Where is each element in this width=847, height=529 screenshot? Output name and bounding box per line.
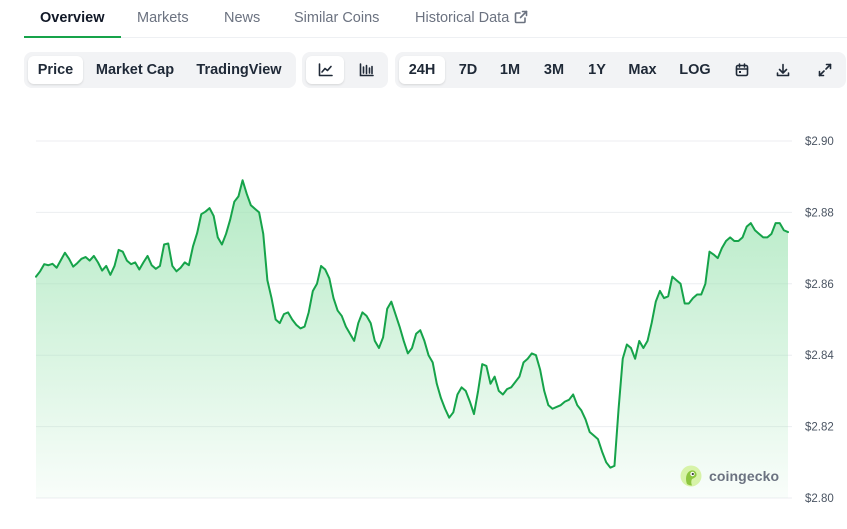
line-chart-icon <box>318 63 333 77</box>
range-max[interactable]: Max <box>621 56 664 84</box>
tab-news[interactable]: News <box>224 10 260 26</box>
chart-type-market-cap[interactable]: Market Cap <box>87 56 183 84</box>
chart-type-price[interactable]: Price <box>28 56 83 84</box>
y-tick-label: $2.90 <box>805 136 834 148</box>
chart-view-toggle <box>302 52 388 88</box>
y-tick-label: $2.88 <box>805 207 834 219</box>
tab-historical-data-label: Historical Data <box>415 10 510 26</box>
range-1m[interactable]: 1M <box>492 56 528 84</box>
time-range-toolbar: 24H 7D 1M 3M 1Y Max LOG <box>395 52 846 88</box>
candlestick-view-button[interactable] <box>347 56 385 84</box>
y-axis-ticks: $2.90 $2.88 $2.86 $2.84 $2.82 $2.80 <box>805 136 834 505</box>
range-24h[interactable]: 24H <box>399 56 445 84</box>
fullscreen-button[interactable] <box>809 56 841 84</box>
chart-type-toggle: Price Market Cap TradingView <box>24 52 296 88</box>
price-area-fill <box>36 180 788 498</box>
active-tab-indicator <box>24 36 121 38</box>
expand-icon <box>818 63 832 77</box>
y-tick-label: $2.84 <box>805 350 834 362</box>
log-scale-toggle[interactable]: LOG <box>670 56 720 84</box>
tab-similar-coins[interactable]: Similar Coins <box>294 10 379 26</box>
line-view-button[interactable] <box>306 56 344 84</box>
tab-markets[interactable]: Markets <box>137 10 189 26</box>
watermark-text: coingecko <box>709 468 780 484</box>
download-icon <box>776 63 790 77</box>
range-1y[interactable]: 1Y <box>579 56 615 84</box>
tab-overview[interactable]: Overview <box>40 10 105 26</box>
chart-type-tradingview[interactable]: TradingView <box>187 56 291 84</box>
range-7d[interactable]: 7D <box>450 56 486 84</box>
y-tick-label: $2.86 <box>805 279 834 291</box>
y-tick-label: $2.82 <box>805 422 834 434</box>
y-tick-label: $2.80 <box>805 493 834 505</box>
tab-historical-data[interactable]: Historical Data <box>415 10 528 28</box>
candlestick-chart-icon <box>359 63 374 77</box>
calendar-icon <box>735 63 749 77</box>
range-3m[interactable]: 3M <box>534 56 574 84</box>
coingecko-logo-icon <box>680 465 702 487</box>
download-button[interactable] <box>767 56 799 84</box>
date-range-button[interactable] <box>726 56 758 84</box>
external-link-icon <box>514 10 528 28</box>
coin-nav-tabs: Overview Markets News Similar Coins Hist… <box>24 0 847 38</box>
coingecko-watermark: coingecko <box>680 464 779 488</box>
